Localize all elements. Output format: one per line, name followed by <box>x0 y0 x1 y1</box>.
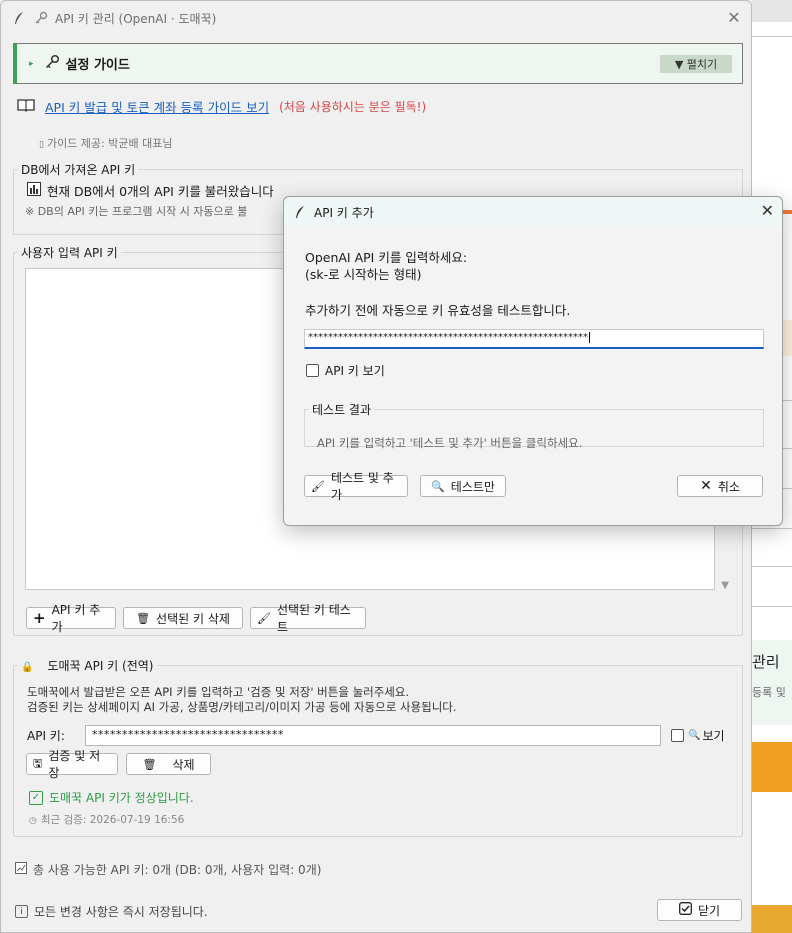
guide-link[interactable]: API 키 발급 및 토큰 계좌 등록 가이드 보기 <box>45 97 269 116</box>
brush-icon: 🖌 <box>257 611 271 625</box>
dmk-show-label: 보기 <box>702 729 725 743</box>
feather-icon <box>11 10 27 26</box>
add-api-key-button[interactable]: + API 키 추가 <box>26 603 116 634</box>
dmk-delete-label: 삭제 <box>172 757 195 772</box>
test-only-label: 테스트만 <box>450 479 495 494</box>
scroll-down-arrow-icon[interactable]: ▼ <box>721 580 729 591</box>
delete-selected-key-button[interactable]: 🗑 선택된 키 삭제 <box>123 607 243 629</box>
setup-guide-title: 설정 가이드 <box>65 58 130 73</box>
magnifier-icon: 🔍 <box>431 479 445 493</box>
total-keys-line: 총 사용 가능한 API 키: 0개 (DB: 0개, 사용자 입력: 0개) <box>15 861 321 878</box>
dmk-api-key-field[interactable]: ******************************** <box>85 725 661 746</box>
brush-icon: 🖌 <box>311 479 325 493</box>
dmk-status-text: 도매꾹 API 키가 정상입니다. <box>49 791 194 805</box>
key-icon <box>33 10 49 26</box>
background-app-title: 관리 <box>752 653 780 671</box>
guide-provider-text: 가이드 제공: 박균배 대표님 <box>46 137 173 150</box>
magnifier-icon: 🔍 <box>688 730 701 741</box>
chart-icon <box>15 862 27 877</box>
info-icon: i <box>15 905 28 918</box>
add-api-key-label: API 키 추가 <box>51 603 101 634</box>
text-cursor <box>589 332 590 343</box>
document-icon: ▯ <box>39 140 44 150</box>
dialog-close-button[interactable]: ✕ <box>761 201 774 220</box>
test-selected-key-label: 선택된 키 테스트 <box>276 603 351 634</box>
guide-link-row: API 키 발급 및 토큰 계좌 등록 가이드 보기 (처음 사용하시는 분은 … <box>17 97 426 116</box>
test-result-legend: 테스트 결과 <box>312 403 372 417</box>
dmk-group-content: 도매꾹에서 발급받은 오픈 API 키를 입력하고 '검증 및 저장' 버튼을 … <box>13 661 743 837</box>
dialog-show-key-row: API 키 보기 <box>306 362 385 379</box>
close-button-label: 닫기 <box>697 903 721 918</box>
dialog-show-key-checkbox[interactable] <box>306 364 319 377</box>
add-api-key-dialog: API 키 추가 ✕ OpenAI API 키를 입력하세요: (sk-로 시작… <box>283 196 783 526</box>
book-icon <box>17 98 35 115</box>
saved-notice-text: 모든 변경 사항은 즉시 저장됩니다. <box>34 905 208 919</box>
check-icon: ✓ <box>29 790 43 805</box>
window-titlebar: API 키 관리 (OpenAI · 도매꾹) ✕ <box>1 1 751 35</box>
dialog-show-key-label: API 키 보기 <box>325 364 385 378</box>
guide-warning: (처음 사용하시는 분은 필독!) <box>279 100 427 114</box>
test-selected-key-button[interactable]: 🖌 선택된 키 테스트 <box>250 603 366 634</box>
db-note: ※ DB의 API 키는 프로그램 시작 시 자동으로 불 <box>25 205 248 218</box>
collapse-triangle-icon[interactable]: ▸ <box>29 59 34 69</box>
db-status-line: 현재 DB에서 0개의 API 키를 불러왔습니다 <box>27 181 274 200</box>
dialog-title: API 키 추가 <box>314 205 374 220</box>
window-close-button[interactable]: ✕ <box>723 6 745 28</box>
trash-icon: 🗑 <box>142 757 157 771</box>
dmk-last-check-text: 최근 검증: 2026-07-19 16:56 <box>40 814 185 826</box>
dmk-delete-button[interactable]: 🗑 삭제 <box>126 753 211 775</box>
dialog-subtext: 추가하기 전에 자동으로 키 유효성을 테스트합니다. <box>305 303 571 318</box>
close-button[interactable]: 닫기 <box>657 899 742 921</box>
dialog-api-key-value: ****************************************… <box>308 332 588 343</box>
plus-icon: + <box>33 609 46 627</box>
dmk-description-line2: 검증된 키는 상세페이지 AI 가공, 상품명/카테고리/이미지 가공 등에 자… <box>27 700 457 714</box>
dialog-titlebar: API 키 추가 ✕ <box>284 197 782 227</box>
dialog-prompt-line2: (sk-로 시작하는 형태) <box>305 267 422 282</box>
bar-chart-icon <box>27 182 41 199</box>
dialog-prompt: OpenAI API 키를 입력하세요: (sk-로 시작하는 형태) <box>305 249 467 283</box>
verify-and-save-label: 검증 및 저장 <box>48 749 101 780</box>
guide-provider: ▯ 가이드 제공: 박균배 대표님 <box>39 135 172 151</box>
total-keys-text: 총 사용 가능한 API 키: 0개 (DB: 0개, 사용자 입력: 0개) <box>33 863 322 877</box>
cancel-button[interactable]: ✕ 취소 <box>677 475 763 497</box>
cancel-label: 취소 <box>717 479 740 494</box>
trash-icon: 🗑 <box>136 611 151 625</box>
close-icon: ✕ <box>700 478 712 494</box>
test-and-add-label: 테스트 및 추가 <box>330 471 394 502</box>
test-result-message: API 키를 입력하고 '테스트 및 추가' 버튼을 클릭하세요. <box>317 436 583 450</box>
background-app-subtitle: 등록 및 <box>752 686 786 699</box>
dmk-status-ok: ✓ 도매꾹 API 키가 정상입니다. <box>29 789 194 806</box>
dialog-api-key-input[interactable]: ****************************************… <box>304 329 764 349</box>
saved-notice: i 모든 변경 사항은 즉시 저장됩니다. <box>15 903 208 920</box>
test-and-add-button[interactable]: 🖌 테스트 및 추가 <box>304 471 408 502</box>
dmk-description-line1: 도매꾹에서 발급받은 오픈 API 키를 입력하고 '검증 및 저장' 버튼을 … <box>27 685 410 699</box>
expand-button[interactable]: ▼ 펼치기 <box>660 55 732 73</box>
dmk-last-check: ◷ 최근 검증: 2026-07-19 16:56 <box>29 812 184 827</box>
save-icon: 🖫 <box>33 756 43 770</box>
window-title: API 키 관리 (OpenAI · 도매꾹) <box>55 11 217 26</box>
db-status-text: 현재 DB에서 0개의 API 키를 불러왔습니다 <box>47 184 274 199</box>
key-icon <box>44 54 60 73</box>
test-only-button[interactable]: 🔍 테스트만 <box>420 475 506 497</box>
checkbox-check-icon <box>679 902 692 918</box>
verify-and-save-button[interactable]: 🖫 검증 및 저장 <box>26 749 118 780</box>
dialog-prompt-line1: OpenAI API 키를 입력하세요: <box>305 250 468 265</box>
dmk-api-key-label: API 키: <box>27 729 65 743</box>
dmk-description: 도매꾹에서 발급받은 오픈 API 키를 입력하고 '검증 및 저장' 버튼을 … <box>27 685 457 715</box>
clock-icon: ◷ <box>29 816 37 826</box>
dmk-api-key-row: API 키: ******************************** … <box>27 725 725 746</box>
setup-guide-panel[interactable]: ▸ 설정 가이드 ▼ 펼치기 <box>13 43 743 84</box>
delete-selected-key-label: 선택된 키 삭제 <box>156 611 230 626</box>
test-result-group: 테스트 결과 API 키를 입력하고 '테스트 및 추가' 버튼을 클릭하세요. <box>304 401 764 450</box>
dmk-show-checkbox[interactable] <box>671 729 684 742</box>
feather-icon <box>294 205 306 219</box>
